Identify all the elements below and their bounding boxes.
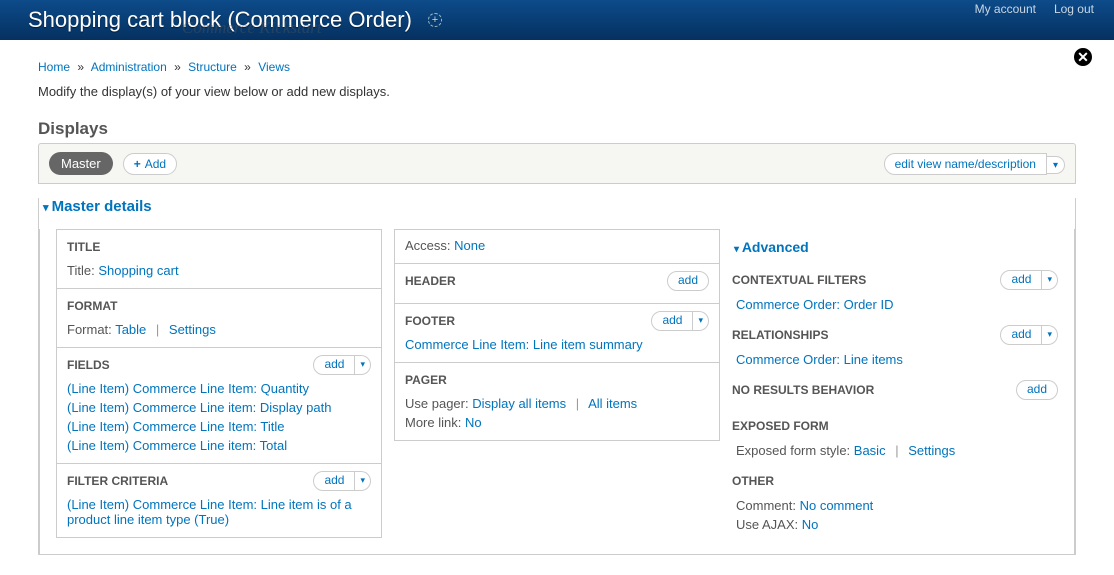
contextual-heading: CONTEXTUAL FILTERS: [732, 273, 866, 287]
exposed-heading: EXPOSED FORM: [732, 415, 1058, 437]
relationships-heading: RELATIONSHIPS: [732, 328, 828, 342]
advanced-toggle[interactable]: Advanced: [734, 239, 1058, 255]
close-icon[interactable]: ✕: [1072, 46, 1094, 68]
crumb-views[interactable]: Views: [258, 60, 290, 74]
crumb-structure[interactable]: Structure: [188, 60, 237, 74]
other-heading: OTHER: [732, 470, 1058, 492]
field-item[interactable]: (Line Item) Commerce Line Item: Quantity: [67, 381, 309, 396]
user-menu: My account Log out: [975, 2, 1094, 16]
footer-add-button[interactable]: add: [651, 311, 693, 332]
contextual-add-button[interactable]: add: [1000, 270, 1042, 291]
noresults-heading: NO RESULTS BEHAVIOR: [732, 383, 874, 397]
display-master-button[interactable]: Master: [49, 152, 113, 175]
header-add-button[interactable]: add: [667, 271, 709, 292]
title-value[interactable]: Shopping cart: [98, 263, 178, 278]
fields-add-button[interactable]: add: [313, 355, 355, 376]
format-heading: FORMAT: [67, 295, 371, 317]
noresults-add-button[interactable]: add: [1016, 380, 1058, 401]
field-item[interactable]: (Line Item) Commerce Line item: Total: [67, 438, 287, 453]
overlay: ✕ Home » Administration » Structure » Vi…: [8, 40, 1106, 575]
filter-add-button[interactable]: add: [313, 471, 355, 492]
my-account-link[interactable]: My account: [975, 2, 1036, 16]
breadcrumb: Home » Administration » Structure » View…: [38, 60, 1076, 74]
site-logo-text: Commerce Kickstart: [182, 18, 322, 38]
intro-text: Modify the display(s) of your view below…: [38, 84, 1076, 99]
relationships-add-button[interactable]: add: [1000, 325, 1042, 346]
edit-view-name-dropdown[interactable]: ▾: [1047, 156, 1065, 174]
pager-heading: PAGER: [405, 369, 709, 391]
more-link-value[interactable]: No: [465, 415, 482, 430]
pager-value[interactable]: Display all items: [472, 396, 566, 411]
exposed-settings[interactable]: Settings: [908, 443, 955, 458]
displays-heading: Displays: [38, 119, 1076, 139]
footer-item[interactable]: Commerce Line Item: Line item summary: [405, 337, 643, 352]
footer-add-dropdown[interactable]: ▾: [693, 311, 709, 332]
add-display-button[interactable]: + Add: [123, 153, 177, 175]
crumb-home[interactable]: Home: [38, 60, 70, 74]
header-heading: HEADER: [405, 274, 456, 288]
footer-heading: FOOTER: [405, 314, 455, 328]
filter-item[interactable]: (Line Item) Commerce Line Item: Line ite…: [67, 497, 352, 527]
access-value[interactable]: None: [454, 238, 485, 253]
add-shortcut-icon[interactable]: +: [428, 13, 442, 27]
plus-icon: +: [134, 157, 141, 171]
edit-view-name-button[interactable]: edit view name/description: [884, 153, 1047, 175]
comment-value[interactable]: No comment: [800, 498, 874, 513]
format-value[interactable]: Table: [115, 322, 146, 337]
title-heading: TITLE: [67, 236, 371, 258]
exposed-value[interactable]: Basic: [854, 443, 886, 458]
filter-heading: FILTER CRITERIA: [67, 474, 168, 488]
contextual-add-dropdown[interactable]: ▾: [1042, 270, 1058, 291]
format-settings[interactable]: Settings: [169, 322, 216, 337]
fields-heading: FIELDS: [67, 358, 110, 372]
pager-all-items[interactable]: All items: [588, 396, 637, 411]
master-details-toggle[interactable]: Master details: [43, 198, 1075, 215]
displays-bar: Master + Add edit view name/description▾: [38, 143, 1076, 184]
relationship-item[interactable]: Commerce Order: Line items: [736, 352, 903, 367]
field-item[interactable]: (Line Item) Commerce Line Item: Title: [67, 419, 284, 434]
filter-add-dropdown[interactable]: ▾: [355, 471, 371, 492]
relationships-add-dropdown[interactable]: ▾: [1042, 325, 1058, 346]
contextual-item[interactable]: Commerce Order: Order ID: [736, 297, 893, 312]
log-out-link[interactable]: Log out: [1054, 2, 1094, 16]
toolbar: Shopping cart block (Commerce Order) + C…: [0, 0, 1114, 40]
fields-add-dropdown[interactable]: ▾: [355, 355, 371, 376]
crumb-admin[interactable]: Administration: [91, 60, 167, 74]
ajax-value[interactable]: No: [802, 517, 819, 532]
field-item[interactable]: (Line Item) Commerce Line item: Display …: [67, 400, 331, 415]
